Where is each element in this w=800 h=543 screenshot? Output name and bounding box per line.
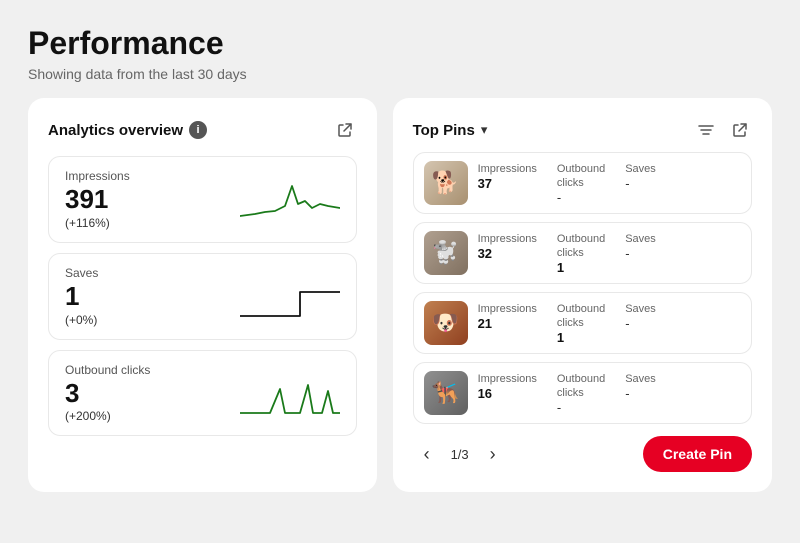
pin-saves-value-2: -	[625, 246, 656, 261]
pin-impressions-label-3: Impressions	[478, 302, 537, 316]
top-pins-filter-icon[interactable]	[694, 118, 718, 142]
pin-outbound-label-1: Outboundclicks	[557, 162, 605, 191]
info-icon: i	[189, 121, 207, 139]
pin-saves-value-3: -	[625, 316, 656, 331]
top-pins-header: Top Pins ▾	[413, 118, 752, 142]
pin-thumb-1: 🐕	[424, 161, 468, 205]
pin-stat-saves-4: Saves -	[625, 372, 656, 416]
pin-stat-outbound-2: Outboundclicks 1	[557, 232, 605, 276]
impressions-text: Impressions 391 (+116%)	[65, 169, 130, 230]
pin-stats-4: Impressions 16 Outboundclicks - Saves -	[478, 372, 741, 416]
pin-stats-2: Impressions 32 Outboundclicks 1 Saves -	[478, 232, 741, 276]
pin-stat-outbound-4: Outboundclicks -	[557, 372, 605, 416]
pin-thumb-3: 🐶	[424, 301, 468, 345]
pin-impressions-label-4: Impressions	[478, 372, 537, 386]
pin-outbound-value-3: 1	[557, 330, 605, 345]
impressions-label: Impressions	[65, 169, 130, 183]
pagination: ‹ 1/3 › Create Pin	[413, 436, 752, 472]
pin-row-2: 🐩 Impressions 32 Outboundclicks 1 Saves …	[413, 222, 752, 284]
analytics-header: Analytics overview i	[48, 118, 357, 142]
pin-saves-label-2: Saves	[625, 232, 656, 246]
saves-value: 1	[65, 282, 98, 311]
pin-stat-impressions-4: Impressions 16	[478, 372, 537, 416]
pin-stat-outbound-1: Outboundclicks -	[557, 162, 605, 206]
outbound-change: (+200%)	[65, 409, 150, 423]
pin-row-1: 🐕 Impressions 37 Outboundclicks - Saves …	[413, 152, 752, 214]
pin-saves-label-1: Saves	[625, 162, 656, 176]
pin-impressions-label-1: Impressions	[478, 162, 537, 176]
create-pin-button[interactable]: Create Pin	[643, 436, 752, 472]
pin-impressions-value-4: 16	[478, 386, 537, 401]
pin-stats-1: Impressions 37 Outboundclicks - Saves -	[478, 162, 741, 206]
pin-row-4: 🐕‍🦺 Impressions 16 Outboundclicks - Save…	[413, 362, 752, 424]
pin-stat-impressions-3: Impressions 21	[478, 302, 537, 346]
top-pins-title: Top Pins	[413, 122, 475, 139]
pin-thumb-2: 🐩	[424, 231, 468, 275]
panels-container: Analytics overview i Impressi	[28, 98, 772, 492]
pin-stat-impressions-2: Impressions 32	[478, 232, 537, 276]
pin-saves-value-1: -	[625, 176, 656, 191]
pin-thumb-4: 🐕‍🦺	[424, 371, 468, 415]
impressions-chart	[240, 176, 340, 224]
pin-impressions-value-3: 21	[478, 316, 537, 331]
analytics-header-icons	[333, 118, 357, 142]
pin-saves-label-4: Saves	[625, 372, 656, 386]
pin-outbound-value-2: 1	[557, 260, 605, 275]
pin-row-3: 🐶 Impressions 21 Outboundclicks 1 Saves …	[413, 292, 752, 354]
impressions-card: Impressions 391 (+116%)	[48, 156, 357, 243]
page-indicator: 1/3	[451, 447, 469, 462]
pin-stat-outbound-3: Outboundclicks 1	[557, 302, 605, 346]
outbound-text: Outbound clicks 3 (+200%)	[65, 363, 150, 424]
pin-outbound-label-2: Outboundclicks	[557, 232, 605, 261]
saves-card: Saves 1 (+0%)	[48, 253, 357, 340]
impressions-change: (+116%)	[65, 216, 130, 230]
page-title: Performance	[28, 24, 772, 62]
pagination-prev-button[interactable]: ‹	[413, 440, 441, 468]
outbound-value: 3	[65, 379, 150, 408]
saves-text: Saves 1 (+0%)	[65, 266, 98, 327]
analytics-external-link-icon[interactable]	[333, 118, 357, 142]
analytics-header-left: Analytics overview i	[48, 121, 207, 139]
pin-outbound-value-4: -	[557, 400, 605, 415]
saves-label: Saves	[65, 266, 98, 280]
top-pins-chevron-icon: ▾	[481, 122, 488, 138]
page-wrapper: Performance Showing data from the last 3…	[0, 0, 800, 543]
saves-change: (+0%)	[65, 313, 98, 327]
pagination-left: ‹ 1/3 ›	[413, 440, 507, 468]
saves-chart	[240, 272, 340, 320]
pagination-next-button[interactable]: ›	[479, 440, 507, 468]
pin-impressions-value-2: 32	[478, 246, 537, 261]
pin-saves-label-3: Saves	[625, 302, 656, 316]
pin-stat-saves-3: Saves -	[625, 302, 656, 346]
pin-stats-3: Impressions 21 Outboundclicks 1 Saves -	[478, 302, 741, 346]
analytics-panel: Analytics overview i Impressi	[28, 98, 377, 492]
pin-stat-saves-2: Saves -	[625, 232, 656, 276]
impressions-value: 391	[65, 185, 130, 214]
pin-impressions-value-1: 37	[478, 176, 537, 191]
top-pins-icons	[694, 118, 752, 142]
pin-stat-impressions-1: Impressions 37	[478, 162, 537, 206]
pin-stat-saves-1: Saves -	[625, 162, 656, 206]
page-subtitle: Showing data from the last 30 days	[28, 66, 772, 82]
pin-outbound-label-4: Outboundclicks	[557, 372, 605, 401]
pin-outbound-value-1: -	[557, 190, 605, 205]
outbound-label: Outbound clicks	[65, 363, 150, 377]
pin-outbound-label-3: Outboundclicks	[557, 302, 605, 331]
outbound-chart	[240, 369, 340, 417]
analytics-title: Analytics overview	[48, 122, 183, 139]
pin-saves-value-4: -	[625, 386, 656, 401]
top-pins-export-icon[interactable]	[728, 118, 752, 142]
outbound-card: Outbound clicks 3 (+200%)	[48, 350, 357, 437]
top-pins-panel: Top Pins ▾	[393, 98, 772, 492]
pin-impressions-label-2: Impressions	[478, 232, 537, 246]
top-pins-title-wrap[interactable]: Top Pins ▾	[413, 122, 488, 139]
